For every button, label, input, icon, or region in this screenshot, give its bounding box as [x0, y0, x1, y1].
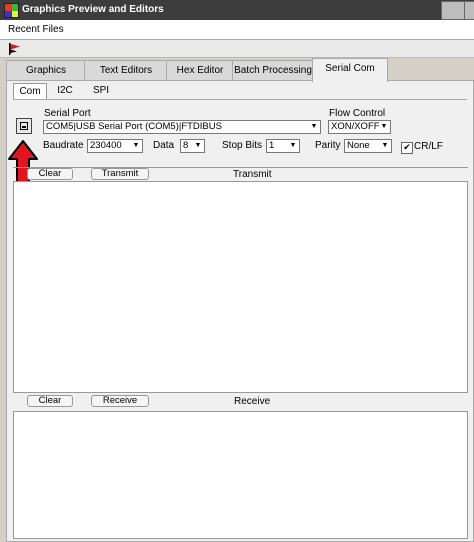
transmit-header: Transmit — [233, 169, 272, 180]
title-bar: Graphics Preview and Editors — [0, 0, 474, 20]
tab-batch-processing[interactable]: Batch Processing — [232, 60, 314, 81]
crlf-label: CR/LF — [414, 141, 443, 152]
serial-port-select[interactable]: COM5|USB Serial Port (COM5)|FTDIBUS ▼ — [43, 120, 321, 134]
parity-label: Parity — [315, 140, 341, 151]
subtab-divider — [13, 99, 467, 100]
main-tabs: Graphics Text Editors Hex Editor Batch P… — [6, 58, 474, 82]
receive-button[interactable]: Receive — [91, 395, 149, 407]
chevron-down-icon: ▼ — [381, 142, 389, 149]
flow-control-value: XON/XOFF — [331, 121, 380, 132]
baudrate-value: 230400 — [90, 140, 122, 151]
tab-serial-com[interactable]: Serial Com — [312, 58, 388, 82]
receive-header: Receive — [234, 396, 271, 407]
window-control-button[interactable] — [464, 1, 474, 20]
serial-port-label: Serial Port — [44, 108, 91, 119]
parity-select[interactable]: None ▼ — [344, 139, 392, 153]
data-bits-select[interactable]: 8 ▼ — [180, 139, 205, 153]
receive-textarea[interactable] — [13, 411, 468, 539]
tab-graphics[interactable]: Graphics — [6, 60, 86, 81]
menu-bar: Recent Files — [0, 20, 474, 40]
chevron-down-icon: ▼ — [310, 123, 318, 130]
stop-bits-value: 1 — [269, 140, 275, 151]
parity-value: None — [347, 140, 370, 151]
transmit-clear-button[interactable]: Clear — [27, 168, 73, 180]
subtab-i2c[interactable]: I2C — [51, 83, 79, 99]
data-bits-label: Data — [153, 140, 175, 151]
stop-bits-label: Stop Bits — [222, 140, 263, 151]
port-icon — [20, 122, 28, 130]
check-icon: ✔ — [403, 142, 411, 152]
window-control-button[interactable] — [441, 1, 465, 20]
flow-control-label: Flow Control — [329, 108, 386, 119]
transmit-textarea[interactable] — [13, 181, 468, 393]
chevron-down-icon: ▼ — [289, 142, 297, 149]
subtab-spi[interactable]: SPI — [87, 83, 115, 99]
chevron-down-icon: ▼ — [380, 123, 388, 130]
window-title: Graphics Preview and Editors — [22, 4, 164, 15]
serial-port-value: COM5|USB Serial Port (COM5)|FTDIBUS — [46, 121, 222, 132]
divider — [13, 167, 468, 168]
transmit-button[interactable]: Transmit — [91, 168, 149, 180]
menu-recent-files[interactable]: Recent Files — [8, 24, 64, 35]
toolbar — [0, 40, 474, 58]
data-bits-value: 8 — [183, 140, 189, 151]
tab-hex-editor[interactable]: Hex Editor — [166, 60, 234, 81]
receive-clear-button[interactable]: Clear — [27, 395, 73, 407]
crlf-checkbox[interactable]: ✔ — [401, 142, 413, 154]
tab-text-editors[interactable]: Text Editors — [84, 60, 168, 81]
flow-control-select[interactable]: XON/XOFF ▼ — [328, 120, 391, 134]
stop-bits-select[interactable]: 1 ▼ — [266, 139, 300, 153]
port-refresh-button[interactable] — [16, 118, 32, 134]
subtab-com[interactable]: Com — [13, 83, 47, 100]
chevron-down-icon: ▼ — [132, 142, 140, 149]
baudrate-select[interactable]: 230400 ▼ — [87, 139, 143, 153]
serial-com-panel: Com I2C SPI Serial Port COM5|USB Serial … — [6, 80, 474, 542]
baudrate-label: Baudrate — [43, 140, 84, 151]
app-icon — [4, 3, 19, 18]
chevron-down-icon: ▼ — [194, 142, 202, 149]
flag-icon[interactable] — [8, 43, 22, 55]
